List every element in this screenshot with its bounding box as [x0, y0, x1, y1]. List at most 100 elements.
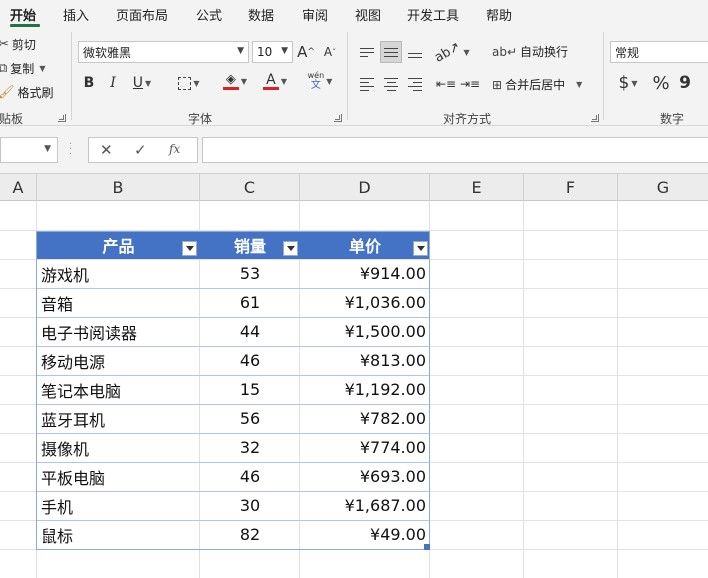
text-orientation-icon: ab↗: [432, 38, 464, 66]
cell-product[interactable]: 鼠标: [37, 520, 200, 549]
cell-sales[interactable]: 30: [200, 491, 300, 520]
tab-home[interactable]: 开始: [10, 5, 36, 24]
italic-button[interactable]: I: [104, 72, 122, 94]
align-center-button[interactable]: [381, 73, 401, 95]
tab-view[interactable]: 视图: [355, 5, 381, 24]
clipboard-launcher-icon[interactable]: [58, 114, 66, 122]
insert-function-button[interactable]: fx: [169, 142, 180, 156]
font-size-select[interactable]: 10 ▼: [252, 41, 293, 63]
table-header-price[interactable]: 单价: [300, 231, 430, 259]
cell-product[interactable]: 游戏机: [37, 259, 200, 288]
gridline: [0, 549, 708, 550]
align-bottom-button[interactable]: [405, 41, 425, 63]
cell-product[interactable]: 蓝牙耳机: [37, 404, 200, 433]
font-color-button[interactable]: A ▼: [258, 70, 292, 92]
filter-dropdown-icon[interactable]: [283, 241, 298, 256]
tab-data[interactable]: 数据: [248, 5, 274, 24]
formula-bar: ▼ · · · ✕ ✓ fx: [0, 126, 708, 174]
percent-style-button[interactable]: %: [650, 72, 672, 94]
format-painter-button[interactable]: 🖌 格式刷: [0, 84, 54, 101]
merge-center-button[interactable]: ⊞ 合并后居中 ▼: [492, 76, 582, 93]
align-right-button[interactable]: [405, 73, 425, 95]
tab-formulas[interactable]: 公式: [196, 5, 222, 24]
cell-price[interactable]: ¥813.00: [300, 346, 430, 375]
tab-page-layout[interactable]: 页面布局: [116, 5, 168, 24]
cell-sales[interactable]: 82: [200, 520, 300, 549]
cut-button[interactable]: ✂ 剪切: [0, 36, 36, 53]
fill-color-button[interactable]: ◈ ▼: [218, 70, 252, 92]
copy-button[interactable]: ⧉ 复制 ▼: [0, 60, 45, 77]
align-left-button[interactable]: [357, 73, 377, 95]
column-header-f[interactable]: F: [524, 174, 618, 201]
cell-product[interactable]: 笔记本电脑: [37, 375, 200, 404]
wrap-text-button[interactable]: ab↵ 自动换行: [492, 43, 568, 60]
wrap-text-label: 自动换行: [520, 45, 569, 59]
align-middle-button[interactable]: [380, 41, 402, 63]
cell-sales[interactable]: 53: [200, 259, 300, 288]
filter-dropdown-icon[interactable]: [182, 241, 197, 256]
chevron-down-icon: ▼: [145, 78, 152, 88]
cell-sales[interactable]: 44: [200, 317, 300, 346]
borders-button[interactable]: ▼: [172, 72, 206, 94]
align-top-button[interactable]: [357, 41, 377, 63]
number-format-select[interactable]: 常规: [610, 41, 708, 63]
bold-button[interactable]: B: [80, 72, 98, 94]
cell-sales[interactable]: 32: [200, 433, 300, 462]
enter-icon[interactable]: ✓: [134, 141, 147, 159]
tab-help[interactable]: 帮助: [486, 5, 512, 24]
cell-product[interactable]: 电子书阅读器: [37, 317, 200, 346]
worksheet-grid[interactable]: A B C D E F G 产品 销量 单价 游戏机 53 ¥914.00 音箱…: [0, 174, 708, 578]
cell-price[interactable]: ¥1,036.00: [300, 288, 430, 317]
orientation-button[interactable]: ab↗ ▼: [432, 39, 469, 66]
column-header-e[interactable]: E: [430, 174, 524, 201]
cell-price[interactable]: ¥914.00: [300, 259, 430, 288]
column-header-g[interactable]: G: [618, 174, 708, 201]
cell-sales[interactable]: 56: [200, 404, 300, 433]
table-resize-handle[interactable]: [424, 544, 430, 550]
underline-button[interactable]: U ▼: [128, 72, 156, 94]
font-color-icon: A: [262, 73, 279, 90]
decrease-font-button[interactable]: Aˇ: [320, 41, 340, 63]
font-name-select[interactable]: 微软雅黑 ▼: [78, 41, 249, 63]
column-header-d[interactable]: D: [300, 174, 430, 201]
increase-font-button[interactable]: A ^: [296, 41, 316, 63]
cell-price[interactable]: ¥1,500.00: [300, 317, 430, 346]
cell-price[interactable]: ¥693.00: [300, 462, 430, 491]
chevron-down-icon: ▼: [237, 46, 244, 56]
tab-review[interactable]: 审阅: [302, 5, 328, 24]
filter-dropdown-icon[interactable]: [413, 241, 428, 256]
accounting-format-button[interactable]: $ ▼: [613, 72, 643, 94]
cell-price[interactable]: ¥1,687.00: [300, 491, 430, 520]
cell-product[interactable]: 手机: [37, 491, 200, 520]
table-header-product[interactable]: 产品: [37, 231, 200, 259]
formula-input[interactable]: [202, 137, 708, 163]
cell-product[interactable]: 平板电脑: [37, 462, 200, 491]
cell-price[interactable]: ¥49.00: [300, 520, 430, 549]
column-header-b[interactable]: B: [37, 174, 200, 201]
cell-price[interactable]: ¥774.00: [300, 433, 430, 462]
cell-price[interactable]: ¥782.00: [300, 404, 430, 433]
cell-sales[interactable]: 46: [200, 346, 300, 375]
tab-developer[interactable]: 开发工具: [407, 5, 459, 24]
cell-price[interactable]: ¥1,192.00: [300, 375, 430, 404]
drag-handle-icon[interactable]: · · ·: [69, 140, 72, 160]
column-header-c[interactable]: C: [200, 174, 300, 201]
increase-indent-button[interactable]: ⇥≡: [460, 73, 480, 95]
font-launcher-icon[interactable]: [334, 114, 342, 122]
cancel-icon[interactable]: ✕: [100, 141, 113, 159]
phonetic-guide-button[interactable]: wén 文 ▼: [303, 70, 337, 92]
cell-product[interactable]: 摄像机: [37, 433, 200, 462]
column-header-a[interactable]: A: [0, 174, 37, 201]
header-label: 销量: [233, 237, 266, 256]
tab-insert[interactable]: 插入: [63, 5, 89, 24]
cell-product[interactable]: 音箱: [37, 288, 200, 317]
cell-sales[interactable]: 61: [200, 288, 300, 317]
cell-sales[interactable]: 15: [200, 375, 300, 404]
font-group-label: 字体: [188, 112, 213, 126]
comma-style-button[interactable]: 9: [676, 72, 694, 94]
decrease-indent-button[interactable]: ⇤≡: [436, 73, 456, 95]
cell-sales[interactable]: 46: [200, 462, 300, 491]
alignment-launcher-icon[interactable]: [591, 114, 599, 122]
name-box[interactable]: ▼: [0, 137, 58, 163]
cell-product[interactable]: 移动电源: [37, 346, 200, 375]
